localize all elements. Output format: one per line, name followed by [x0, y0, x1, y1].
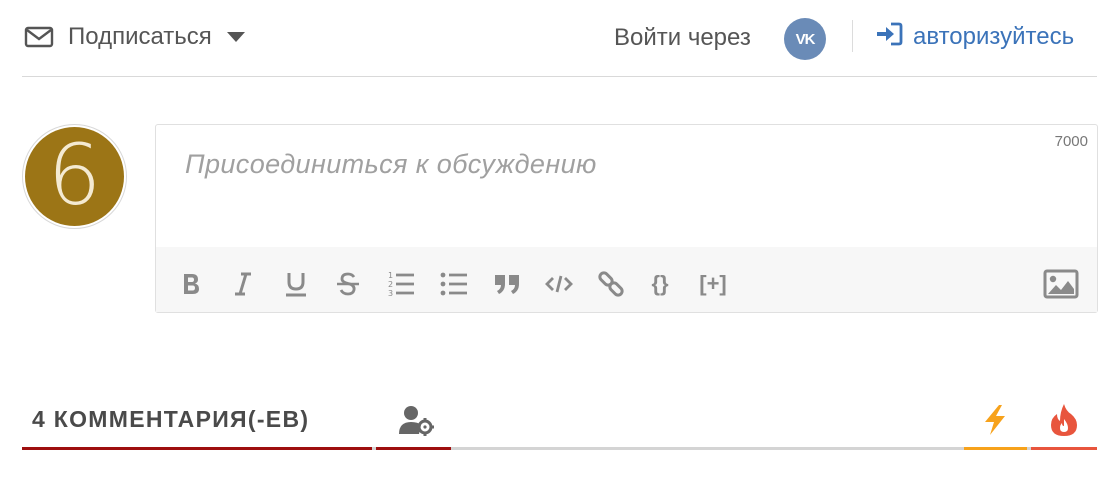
code-block-label: {} — [651, 271, 669, 296]
vk-login-button[interactable]: VK — [784, 18, 826, 60]
avatar: 6 — [22, 124, 127, 229]
spoiler-label: [+] — [699, 271, 727, 296]
spoiler-button[interactable]: [+] — [691, 269, 735, 299]
avatar-circle: 6 — [25, 127, 124, 226]
ordered-list-button[interactable]: 1 2 3 — [386, 269, 416, 299]
subscribe-label: Подписаться — [68, 23, 212, 50]
underline-button[interactable] — [281, 269, 311, 299]
bold-button[interactable] — [176, 269, 206, 299]
comments-tabs: 4 КОММЕНТАРИЯ(-ЕВ) — [22, 395, 1097, 452]
link-button[interactable] — [596, 269, 626, 299]
comments-count-label: 4 КОММЕНТАРИЯ(-ЕВ) — [32, 406, 310, 432]
fire-icon — [1050, 403, 1078, 442]
subscribe-dropdown[interactable]: Подписаться — [24, 22, 246, 52]
code-button[interactable] — [544, 269, 574, 299]
caret-down-icon — [226, 31, 246, 43]
authorize-link[interactable]: авторизуйтесь — [875, 22, 1074, 51]
tab-hottest[interactable] — [1031, 395, 1097, 450]
tab-user-settings[interactable] — [376, 395, 451, 450]
unordered-list-button[interactable] — [439, 269, 469, 299]
envelope-icon — [24, 25, 54, 49]
vk-icon: VK — [795, 30, 816, 48]
user-settings-icon — [398, 404, 434, 441]
code-icon — [545, 274, 573, 294]
unordered-list-icon — [440, 271, 468, 297]
comment-input-placeholder[interactable]: Присоединиться к обсуждению — [185, 149, 597, 180]
svg-text:3: 3 — [388, 289, 393, 298]
strikethrough-icon — [336, 272, 360, 296]
active-tab-underline — [22, 447, 372, 450]
strikethrough-button[interactable] — [333, 269, 363, 299]
italic-button[interactable] — [228, 269, 258, 299]
sign-in-icon — [875, 22, 903, 51]
quote-icon — [494, 273, 520, 295]
tab-comments-count[interactable]: 4 КОММЕНТАРИЯ(-ЕВ) — [22, 395, 372, 450]
login-through-label: Войти через — [614, 24, 751, 51]
image-upload-button[interactable] — [1042, 269, 1080, 299]
char-limit-counter: 7000 — [1054, 133, 1088, 150]
tab-underline-lightning — [964, 447, 1027, 450]
link-icon — [597, 270, 625, 298]
quote-button[interactable] — [492, 269, 522, 299]
avatar-letter: 6 — [47, 127, 102, 224]
svg-text:1: 1 — [388, 271, 393, 280]
italic-icon — [233, 272, 253, 296]
underline-icon — [285, 271, 307, 297]
ordered-list-icon: 1 2 3 — [387, 270, 415, 298]
divider — [852, 20, 853, 52]
tab-underline — [376, 447, 451, 450]
comment-editor[interactable]: 7000 Присоединиться к обсуждению 1 2 3 {… — [155, 124, 1098, 313]
bold-icon — [180, 272, 202, 296]
code-block-button[interactable]: {} — [645, 269, 675, 299]
authorize-label: авторизуйтесь — [913, 22, 1075, 50]
tab-newest[interactable] — [964, 395, 1027, 450]
lightning-icon — [982, 404, 1008, 441]
svg-text:2: 2 — [388, 280, 393, 289]
image-icon — [1043, 269, 1079, 299]
tab-underline-fire — [1031, 447, 1097, 450]
comments-header: Подписаться Войти через VK авторизуйтесь — [22, 0, 1097, 77]
